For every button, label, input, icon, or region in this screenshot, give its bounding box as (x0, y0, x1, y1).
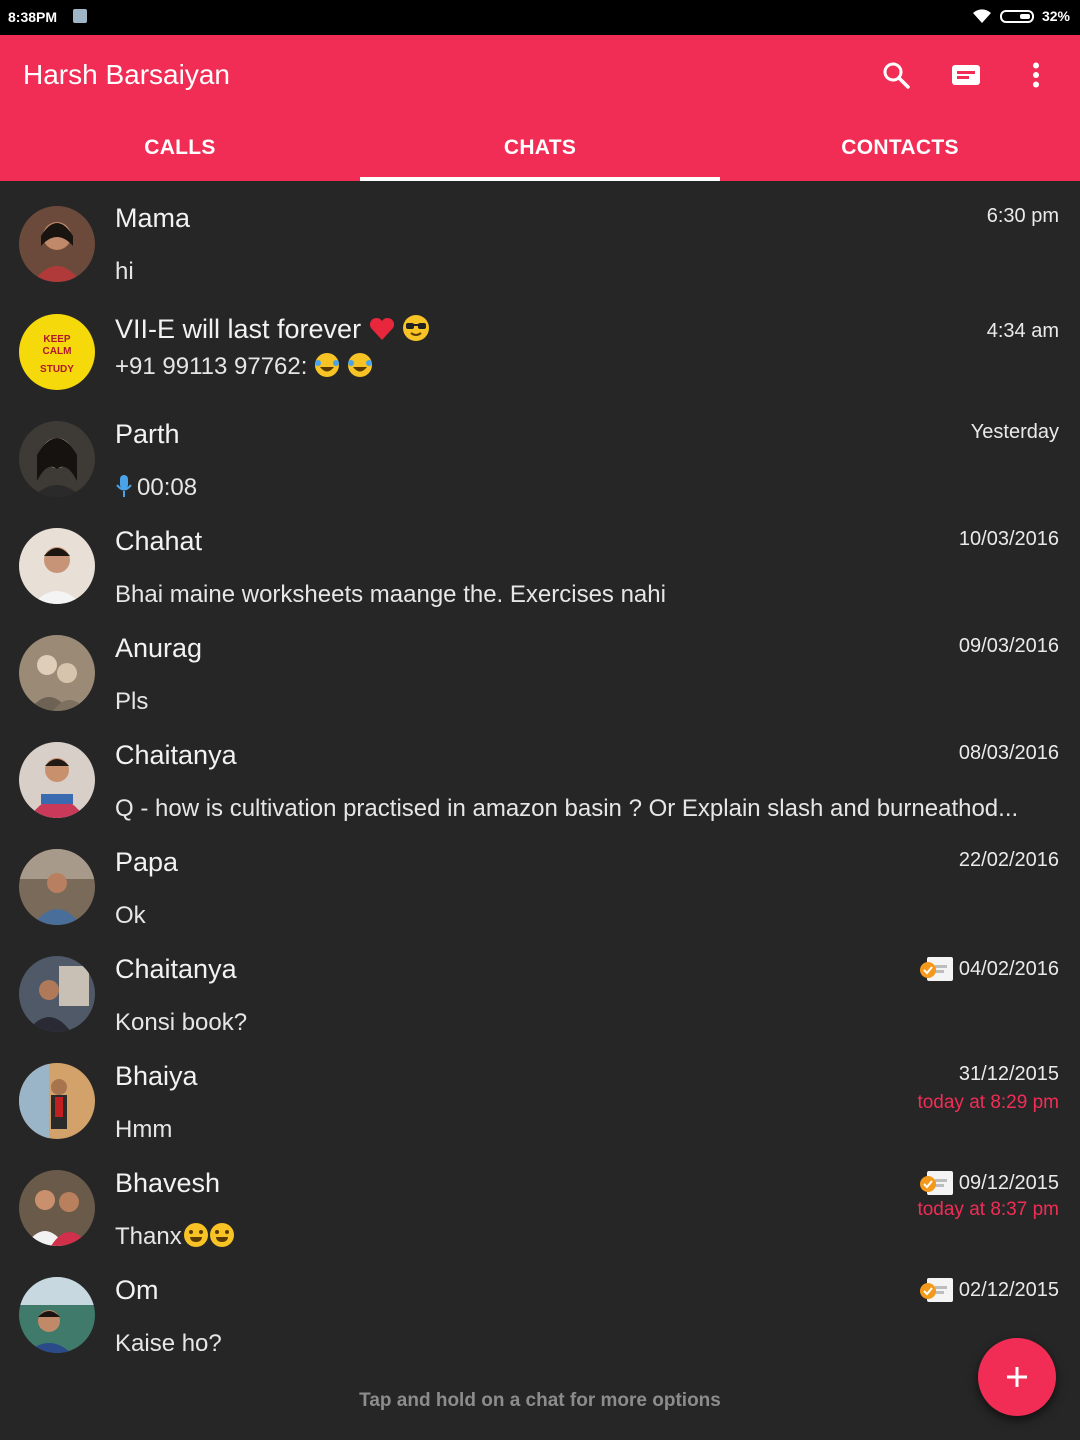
laughing-emoji-icon (315, 353, 340, 377)
avatar (19, 635, 95, 711)
app-bar-actions (878, 57, 1054, 93)
chat-preview: +91 99113 97762: (115, 352, 373, 381)
scheduled-message-icon (919, 1171, 953, 1195)
tab-calls[interactable]: CALLS (0, 130, 360, 181)
chat-name: Om (115, 1275, 159, 1305)
chat-row[interactable]: Papa Ok 22/02/2016 (0, 832, 1080, 939)
chat-row[interactable]: KEEP CALM STUDY VII-E will last forever +9… (0, 296, 1080, 404)
chat-name: Parth (115, 419, 180, 449)
message-icon (952, 65, 980, 85)
chat-name: Bhaiya (115, 1061, 198, 1091)
chat-row[interactable]: Chaitanya Konsi book? 04/02/2016 (0, 939, 1080, 1046)
chat-time: 09/12/2015 (919, 1170, 1059, 1196)
status-time: 8:38PM (8, 9, 58, 25)
chat-name: Anurag (115, 633, 203, 663)
chat-name: VII-E will last forever (115, 314, 430, 345)
chat-row[interactable]: Chaitanya Q - how is cultivation practis… (0, 725, 1080, 832)
chat-name: Bhavesh (115, 1168, 221, 1198)
search-icon (883, 62, 910, 89)
chat-time: 22/02/2016 (958, 849, 1059, 871)
laughing-emoji-icon (347, 353, 372, 377)
scheduled-message-icon (919, 957, 953, 981)
tab-bar: CALLS CHATS CONTACTS (0, 130, 1080, 181)
battery-percent: 32% (1041, 8, 1070, 24)
chat-row[interactable]: Parth 00:08 Yesterday (0, 404, 1080, 511)
battery-icon (999, 9, 1034, 23)
chat-time: 6:30 pm (986, 205, 1059, 227)
avatar (19, 1063, 95, 1139)
chat-time: Yesterday (970, 421, 1059, 443)
scheduled-message-icon (919, 1278, 953, 1302)
chat-preview: Pls (115, 688, 149, 715)
chat-list: Mama hi 6:30 pm KEEP CALM STUDY VII-E will… (0, 181, 1080, 1367)
avatar (19, 1277, 95, 1353)
avatar (19, 849, 95, 925)
more-vert-icon (1033, 62, 1039, 88)
more-options-button[interactable] (1018, 57, 1054, 93)
chat-preview: Konsi book? (115, 1009, 248, 1036)
chat-preview: Q - how is cultivation practised in amaz… (115, 795, 1019, 822)
chat-time: 04/02/2016 (919, 956, 1059, 982)
avatar (19, 206, 95, 282)
svg-text:CALM: CALM (43, 346, 72, 357)
status-bar: 8:38PM 32% (0, 0, 1080, 35)
chat-time: 10/03/2016 (958, 528, 1059, 550)
avatar (19, 528, 95, 604)
svg-text:STUDY: STUDY (40, 364, 74, 375)
avatar (19, 421, 95, 497)
chat-row[interactable]: Chahat Bhai maine worksheets maange the.… (0, 511, 1080, 618)
microphone-icon (116, 475, 132, 497)
sunglasses-emoji-icon (403, 315, 430, 341)
chat-time: 02/12/2015 (919, 1277, 1059, 1303)
new-message-button[interactable] (948, 57, 984, 93)
scheduled-time: today at 8:37 pm (917, 1199, 1059, 1220)
chat-time: 09/03/2016 (958, 635, 1059, 657)
new-chat-fab[interactable] (978, 1338, 1056, 1416)
chat-preview: Hmm (115, 1116, 173, 1143)
tab-chats[interactable]: CHATS (360, 130, 720, 181)
wifi-icon (972, 9, 991, 23)
avatar (19, 956, 95, 1032)
avatar: KEEP CALM STUDY (19, 314, 95, 390)
tab-contacts[interactable]: CONTACTS (720, 130, 1080, 181)
search-button[interactable] (878, 57, 914, 93)
grin-emoji-icon (183, 1223, 208, 1247)
chat-preview: hi (115, 258, 134, 285)
chat-name: Chahat (115, 526, 203, 556)
chat-preview: Bhai maine worksheets maange the. Exerci… (115, 581, 666, 608)
chat-row[interactable]: Bhaiya Hmm 31/12/2015 today at 8:29 pm (0, 1046, 1080, 1153)
chat-row[interactable]: Bhavesh Thanx 09/12/2015 today at 8:37 p… (0, 1153, 1080, 1260)
status-right: 32% (972, 8, 1070, 24)
chat-time: 31/12/2015 (958, 1063, 1059, 1085)
chat-name: Chaitanya (115, 954, 237, 984)
smile-emoji-icon (209, 1223, 234, 1247)
avatar (19, 742, 95, 818)
chat-preview: 00:08 (115, 474, 197, 502)
chat-name: Chaitanya (115, 740, 237, 770)
chat-preview: Kaise ho? (115, 1330, 222, 1357)
chat-row[interactable]: Anurag Pls 09/03/2016 (0, 618, 1080, 725)
chat-name: Papa (115, 847, 179, 877)
chat-row[interactable]: Mama hi 6:30 pm (0, 181, 1080, 296)
footer-hint: Tap and hold on a chat for more options (359, 1390, 721, 1411)
heart-emoji-icon (369, 317, 394, 340)
app-title: Harsh Barsaiyan (23, 59, 230, 90)
chat-preview: Thanx (115, 1223, 234, 1251)
avatar (19, 1170, 95, 1246)
svg-text:KEEP: KEEP (43, 334, 71, 345)
chat-preview: Ok (115, 902, 146, 929)
chat-row[interactable]: Om Kaise ho? 02/12/2015 (0, 1260, 1080, 1367)
chat-name: Mama (115, 203, 191, 233)
gallery-notification-icon (73, 9, 87, 23)
plus-icon (1007, 1367, 1027, 1387)
chat-time: 4:34 am (986, 320, 1059, 342)
chat-time: 08/03/2016 (958, 742, 1059, 764)
scheduled-time: today at 8:29 pm (917, 1092, 1059, 1113)
app-bar: Harsh Barsaiyan CALLS CHATS CONTACTS (0, 35, 1080, 181)
